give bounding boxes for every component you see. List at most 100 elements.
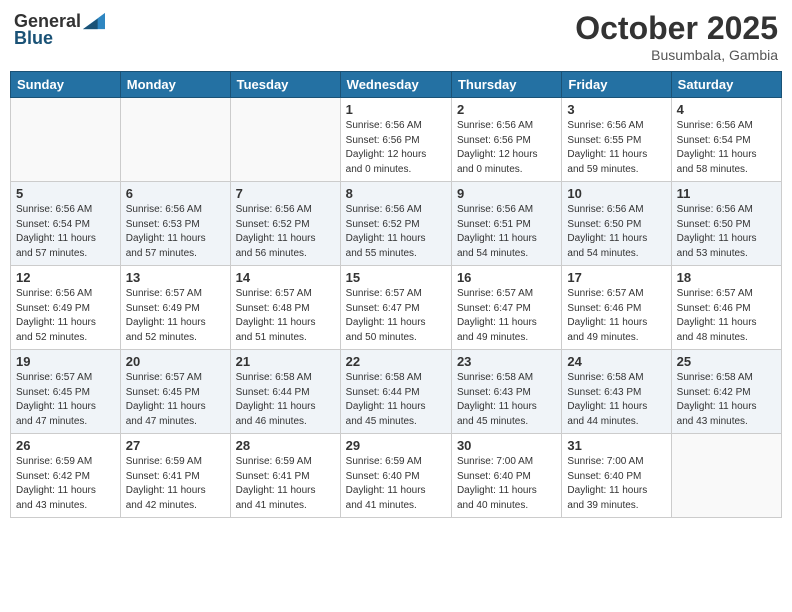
day-number: 27	[126, 438, 225, 453]
day-header-wednesday: Wednesday	[340, 72, 451, 98]
day-number: 29	[346, 438, 446, 453]
calendar-cell: 6Sunrise: 6:56 AM Sunset: 6:53 PM Daylig…	[120, 182, 230, 266]
day-info: Sunrise: 6:56 AM Sunset: 6:53 PM Dayligh…	[126, 203, 225, 261]
day-info: Sunrise: 6:57 AM Sunset: 6:46 PM Dayligh…	[677, 287, 776, 345]
day-info: Sunrise: 6:57 AM Sunset: 6:47 PM Dayligh…	[457, 287, 556, 345]
day-info: Sunrise: 6:56 AM Sunset: 6:50 PM Dayligh…	[567, 203, 665, 261]
day-info: Sunrise: 6:56 AM Sunset: 6:54 PM Dayligh…	[677, 119, 776, 177]
day-number: 4	[677, 102, 776, 117]
calendar-cell: 29 Sunrise: 6:59 AM Sunset: 6:40 PM Dayli…	[340, 434, 451, 518]
logo: General Blue	[14, 10, 105, 49]
day-info: Sunrise: 6:56 AM Sunset: 6:52 PM Dayligh…	[346, 203, 446, 261]
calendar-cell	[11, 98, 121, 182]
calendar-cell: 5 Sunrise: 6:56 AM Sunset: 6:54 PM Daylig…	[11, 182, 121, 266]
day-number: 28	[236, 438, 335, 453]
day-info: Sunrise: 6:57 AM Sunset: 6:46 PM Dayligh…	[567, 287, 665, 345]
day-number: 22	[346, 354, 446, 369]
logo-blue: Blue	[14, 28, 53, 49]
day-header-saturday: Saturday	[671, 72, 781, 98]
title-block: October 2025 Busumbala, Gambia	[575, 10, 778, 63]
day-number: 26	[16, 438, 115, 453]
calendar-cell	[230, 98, 340, 182]
day-number: 17	[567, 270, 665, 285]
day-number: 2	[457, 102, 556, 117]
day-number: 1	[346, 102, 446, 117]
day-info: Sunrise: 6:56 AM Sunset: 6:54 PM Dayligh…	[16, 203, 115, 261]
calendar-cell: 18 Sunrise: 6:57 AM Sunset: 6:46 PM Dayli…	[671, 266, 781, 350]
calendar-cell: 1 Sunrise: 6:56 AM Sunset: 6:56 PM Daylig…	[340, 98, 451, 182]
day-info: Sunrise: 6:56 AM Sunset: 6:55 PM Dayligh…	[567, 119, 665, 177]
calendar-cell: 2 Sunrise: 6:56 AM Sunset: 6:56 PM Daylig…	[451, 98, 561, 182]
calendar-cell: 8 Sunrise: 6:56 AM Sunset: 6:52 PM Daylig…	[340, 182, 451, 266]
day-info: Sunrise: 6:58 AM Sunset: 6:44 PM Dayligh…	[346, 371, 446, 429]
day-info: Sunrise: 6:57 AM Sunset: 6:47 PM Dayligh…	[346, 287, 446, 345]
day-info: Sunrise: 6:56 AM Sunset: 6:49 PM Dayligh…	[16, 287, 115, 345]
day-number: 31	[567, 438, 665, 453]
day-info: Sunrise: 6:58 AM Sunset: 6:44 PM Dayligh…	[236, 371, 335, 429]
day-number: 24	[567, 354, 665, 369]
day-number: 19	[16, 354, 115, 369]
day-header-monday: Monday	[120, 72, 230, 98]
day-number: 9	[457, 186, 556, 201]
calendar-cell: 26 Sunrise: 6:59 AM Sunset: 6:42 PM Dayli…	[11, 434, 121, 518]
day-info: Sunrise: 7:00 AM Sunset: 6:40 PM Dayligh…	[457, 455, 556, 513]
calendar-cell: 22 Sunrise: 6:58 AM Sunset: 6:44 PM Dayli…	[340, 350, 451, 434]
calendar-week-row: 26 Sunrise: 6:59 AM Sunset: 6:42 PM Dayli…	[11, 434, 782, 518]
calendar-cell: 19 Sunrise: 6:57 AM Sunset: 6:45 PM Dayli…	[11, 350, 121, 434]
day-number: 25	[677, 354, 776, 369]
calendar-cell: 11Sunrise: 6:56 AM Sunset: 6:50 PM Dayli…	[671, 182, 781, 266]
day-number: 15	[346, 270, 446, 285]
calendar-cell: 14Sunrise: 6:57 AM Sunset: 6:48 PM Dayli…	[230, 266, 340, 350]
day-number: 12	[16, 270, 115, 285]
day-number: 8	[346, 186, 446, 201]
day-header-thursday: Thursday	[451, 72, 561, 98]
calendar-cell: 4 Sunrise: 6:56 AM Sunset: 6:54 PM Daylig…	[671, 98, 781, 182]
day-number: 7	[236, 186, 335, 201]
calendar-week-row: 5 Sunrise: 6:56 AM Sunset: 6:54 PM Daylig…	[11, 182, 782, 266]
day-number: 10	[567, 186, 665, 201]
day-number: 14	[236, 270, 335, 285]
day-info: Sunrise: 6:58 AM Sunset: 6:43 PM Dayligh…	[457, 371, 556, 429]
calendar-cell: 28 Sunrise: 6:59 AM Sunset: 6:41 PM Dayli…	[230, 434, 340, 518]
calendar-week-row: 19 Sunrise: 6:57 AM Sunset: 6:45 PM Dayli…	[11, 350, 782, 434]
day-number: 5	[16, 186, 115, 201]
day-info: Sunrise: 6:59 AM Sunset: 6:41 PM Dayligh…	[126, 455, 225, 513]
day-info: Sunrise: 6:56 AM Sunset: 6:56 PM Dayligh…	[457, 119, 556, 177]
calendar-table: SundayMondayTuesdayWednesdayThursdayFrid…	[10, 71, 782, 518]
day-info: Sunrise: 6:58 AM Sunset: 6:42 PM Dayligh…	[677, 371, 776, 429]
calendar-cell: 30 Sunrise: 7:00 AM Sunset: 6:40 PM Dayli…	[451, 434, 561, 518]
calendar-cell	[671, 434, 781, 518]
day-number: 20	[126, 354, 225, 369]
day-info: Sunrise: 6:57 AM Sunset: 6:45 PM Dayligh…	[16, 371, 115, 429]
calendar-cell: 9 Sunrise: 6:56 AM Sunset: 6:51 PM Daylig…	[451, 182, 561, 266]
day-info: Sunrise: 6:56 AM Sunset: 6:51 PM Dayligh…	[457, 203, 556, 261]
calendar-cell: 25 Sunrise: 6:58 AM Sunset: 6:42 PM Dayli…	[671, 350, 781, 434]
day-info: Sunrise: 6:59 AM Sunset: 6:40 PM Dayligh…	[346, 455, 446, 513]
day-header-friday: Friday	[562, 72, 671, 98]
day-info: Sunrise: 6:59 AM Sunset: 6:42 PM Dayligh…	[16, 455, 115, 513]
calendar-cell: 12 Sunrise: 6:56 AM Sunset: 6:49 PM Dayli…	[11, 266, 121, 350]
day-info: Sunrise: 6:56 AM Sunset: 6:56 PM Dayligh…	[346, 119, 446, 177]
day-info: Sunrise: 7:00 AM Sunset: 6:40 PM Dayligh…	[567, 455, 665, 513]
calendar-cell: 24Sunrise: 6:58 AM Sunset: 6:43 PM Dayli…	[562, 350, 671, 434]
calendar-cell: 31 Sunrise: 7:00 AM Sunset: 6:40 PM Dayli…	[562, 434, 671, 518]
day-info: Sunrise: 6:59 AM Sunset: 6:41 PM Dayligh…	[236, 455, 335, 513]
calendar-cell: 13Sunrise: 6:57 AM Sunset: 6:49 PM Dayli…	[120, 266, 230, 350]
calendar-week-row: 1 Sunrise: 6:56 AM Sunset: 6:56 PM Daylig…	[11, 98, 782, 182]
day-number: 16	[457, 270, 556, 285]
day-number: 3	[567, 102, 665, 117]
calendar-week-row: 12 Sunrise: 6:56 AM Sunset: 6:49 PM Dayli…	[11, 266, 782, 350]
day-info: Sunrise: 6:57 AM Sunset: 6:49 PM Dayligh…	[126, 287, 225, 345]
calendar-cell: 21Sunrise: 6:58 AM Sunset: 6:44 PM Dayli…	[230, 350, 340, 434]
calendar-cell: 23Sunrise: 6:58 AM Sunset: 6:43 PM Dayli…	[451, 350, 561, 434]
logo-icon	[83, 10, 105, 32]
calendar-cell: 27 Sunrise: 6:59 AM Sunset: 6:41 PM Dayli…	[120, 434, 230, 518]
day-number: 30	[457, 438, 556, 453]
day-number: 18	[677, 270, 776, 285]
calendar-cell: 16 Sunrise: 6:57 AM Sunset: 6:47 PM Dayli…	[451, 266, 561, 350]
calendar-cell: 15 Sunrise: 6:57 AM Sunset: 6:47 PM Dayli…	[340, 266, 451, 350]
location: Busumbala, Gambia	[575, 47, 778, 63]
page-header: General Blue October 2025 Busumbala, Gam…	[10, 10, 782, 63]
day-info: Sunrise: 6:56 AM Sunset: 6:50 PM Dayligh…	[677, 203, 776, 261]
calendar-cell: 7Sunrise: 6:56 AM Sunset: 6:52 PM Daylig…	[230, 182, 340, 266]
